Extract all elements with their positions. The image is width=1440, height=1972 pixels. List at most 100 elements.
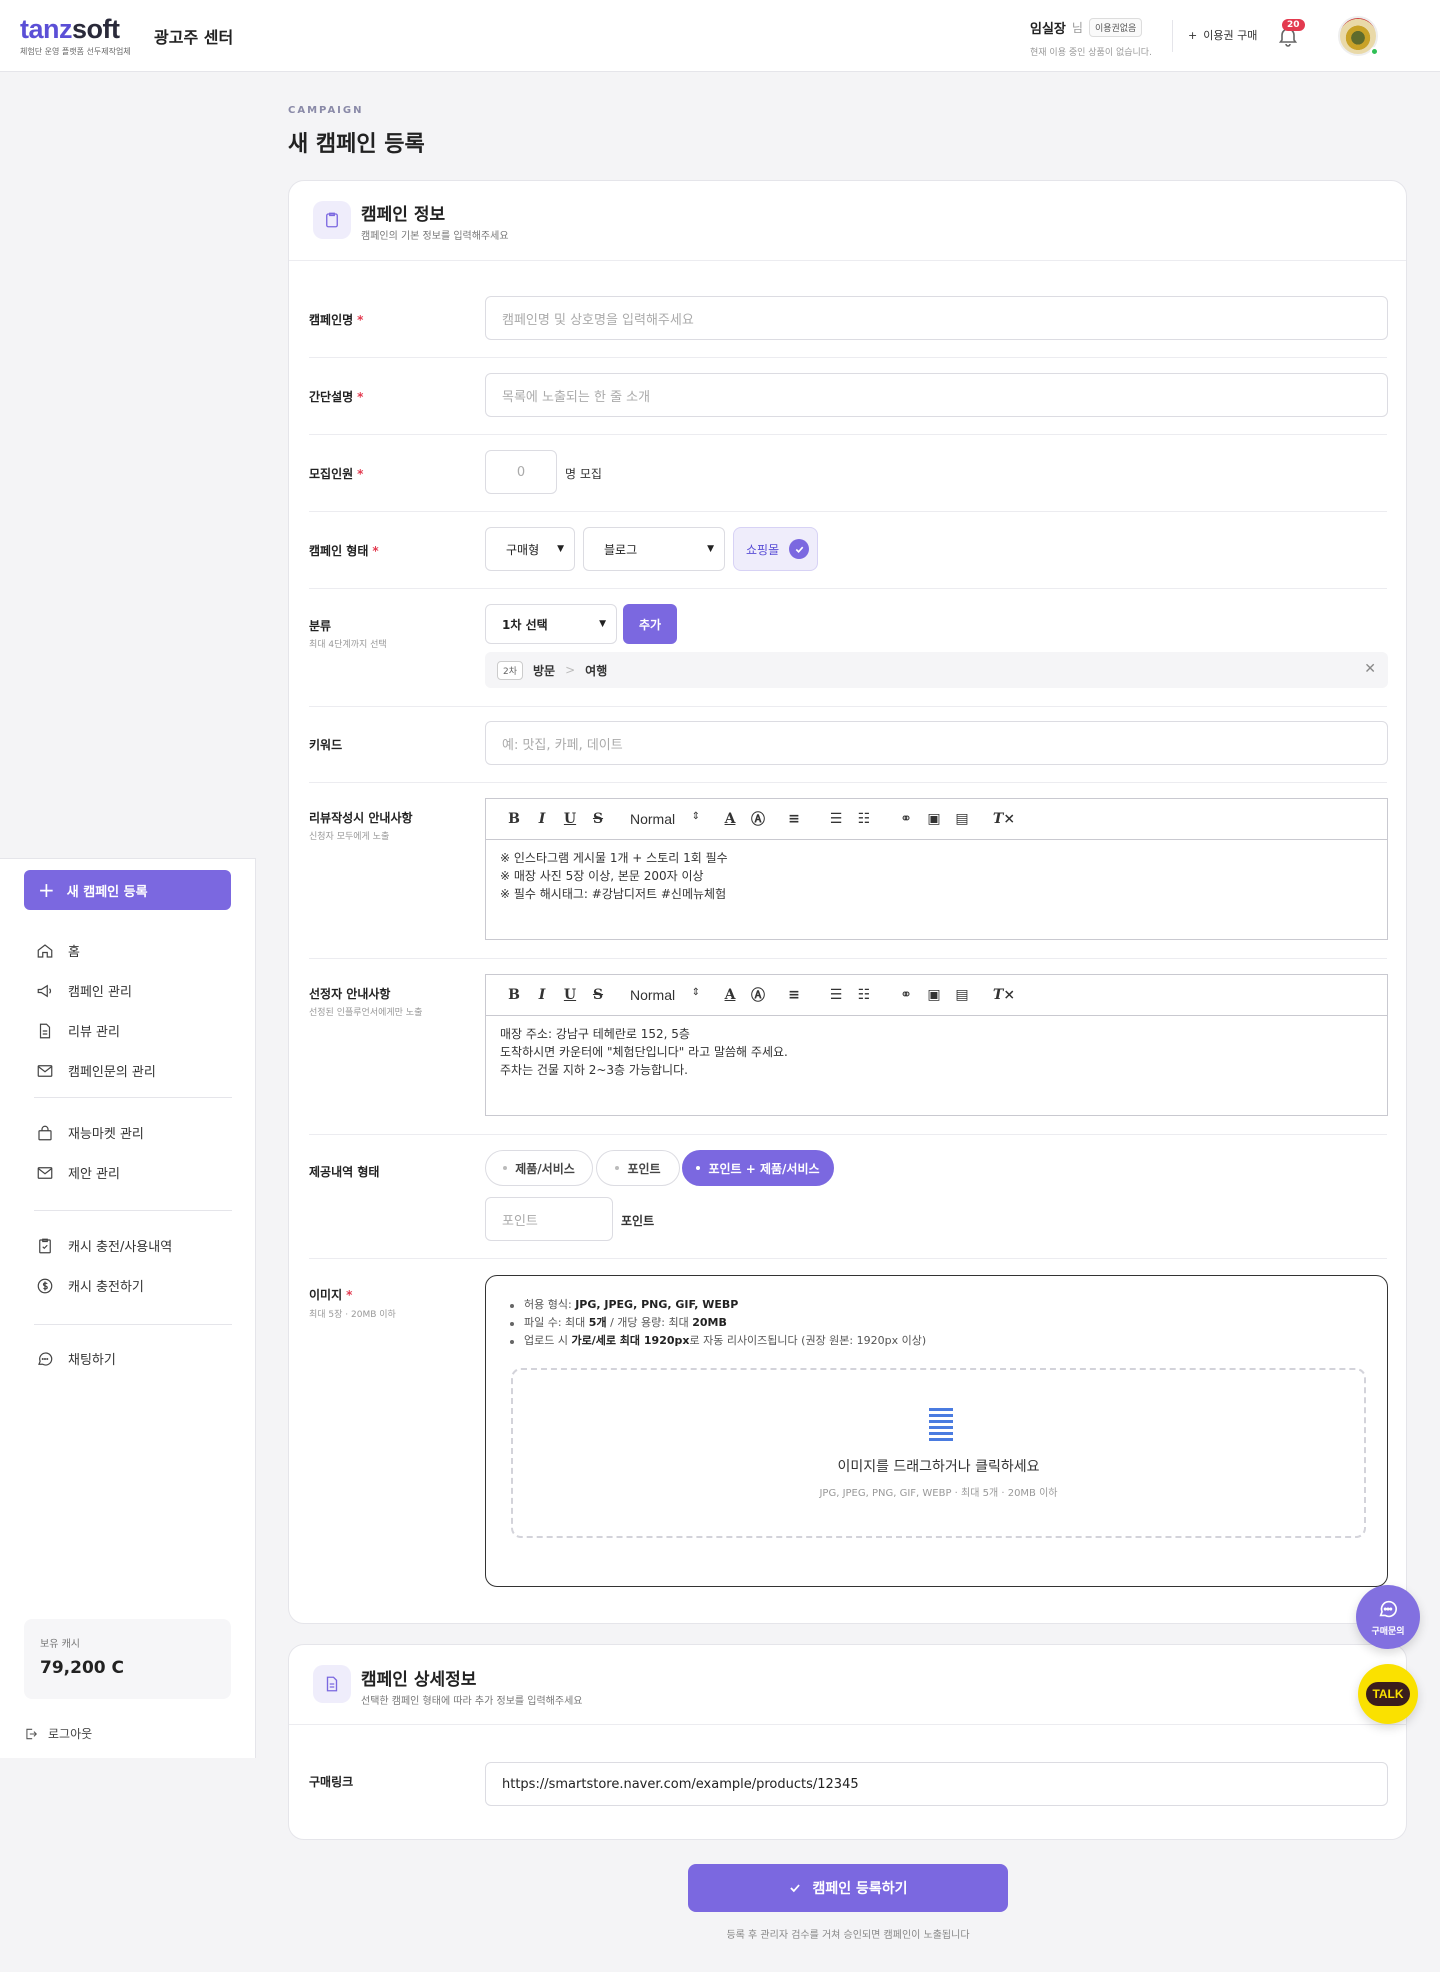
dropzone-title: 이미지를 드래그하거나 클릭하세요	[837, 1459, 1040, 1475]
strike-button[interactable]: S	[584, 811, 612, 827]
bold-button[interactable]: B	[500, 811, 528, 827]
row-divider	[309, 958, 1387, 959]
format-select[interactable]: Normal ⇕	[612, 811, 716, 827]
align-icon[interactable]: ≡	[780, 987, 808, 1003]
link-icon[interactable]: ⚭	[892, 811, 920, 827]
sidebar-item-inquiries[interactable]: 캠페인문의 관리	[36, 1061, 156, 1080]
label-text: 캠페인명	[309, 313, 354, 327]
campaign-name-input[interactable]: 캠페인명 및 상호명을 입력해주세요	[485, 296, 1388, 340]
underline-button[interactable]: U	[556, 987, 584, 1003]
offer-option-point-product[interactable]: 포인트 + 제품/서비스	[682, 1150, 834, 1186]
keyword-input[interactable]: 예: 맛집, 카페, 데이트	[485, 721, 1388, 765]
video-icon[interactable]: ▤	[948, 811, 976, 827]
new-campaign-button[interactable]: + 새 캠페인 등록	[24, 870, 231, 910]
video-icon[interactable]: ▤	[948, 987, 976, 1003]
image-icon[interactable]: ▣	[920, 811, 948, 827]
buy-pass-button[interactable]: + 이용권 구매	[1188, 27, 1257, 43]
brand-tagline: 체험단 운영 플랫폼 선두제작업체	[20, 47, 131, 56]
bg-color-icon[interactable]: Ⓐ	[744, 985, 772, 1005]
rule-emphasis: JPG, JPEG, PNG, GIF, WEBP	[575, 1298, 739, 1311]
short-desc-input[interactable]: 목록에 노출되는 한 줄 소개	[485, 373, 1388, 417]
online-status-dot	[1370, 47, 1379, 56]
format-select[interactable]: Normal ⇕	[612, 987, 716, 1003]
sidebar-item-talent-market[interactable]: 재능마켓 관리	[36, 1123, 144, 1142]
submit-campaign-button[interactable]: 캠페인 등록하기	[688, 1864, 1008, 1912]
category-add-button[interactable]: 추가	[623, 604, 677, 644]
purchase-link-input[interactable]: https://smartstore.naver.com/example/pro…	[485, 1762, 1388, 1806]
card-title: 캠페인 정보	[361, 205, 446, 225]
file-lines-icon	[929, 1408, 953, 1441]
sidebar-divider	[34, 1210, 232, 1211]
image-icon[interactable]: ▣	[920, 987, 948, 1003]
top-divider	[1172, 20, 1173, 52]
mail-icon	[37, 1166, 53, 1179]
editor-toolbar: B I U S Normal ⇕ A Ⓐ ≡ ☰ ☷ ⚭ ▣ ▤ T×	[486, 799, 1387, 840]
text-color-icon[interactable]: A	[716, 811, 744, 827]
sidebar-item-campaigns[interactable]: 캠페인 관리	[36, 981, 132, 1000]
rule-text: 업로드 시	[524, 1334, 572, 1347]
recruit-suffix: 명 모집	[565, 467, 602, 481]
brand-logo[interactable]: tanzsoft 체험단 운영 플랫폼 선두제작업체	[20, 16, 131, 57]
editor-content[interactable]: ※ 인스타그램 게시물 1개 + 스토리 1회 필수 ※ 매장 사진 5장 이상…	[500, 849, 728, 903]
italic-button[interactable]: I	[528, 987, 556, 1003]
review-guide-editor[interactable]: B I U S Normal ⇕ A Ⓐ ≡ ☰ ☷ ⚭ ▣ ▤ T× ※ 인스타…	[485, 798, 1388, 940]
updown-icon: ⇕	[691, 987, 700, 998]
recruit-count-input[interactable]: 0	[485, 450, 557, 494]
campaign-type-select[interactable]: 구매형 ▼	[485, 527, 575, 571]
rule-emphasis: 20MB	[692, 1316, 727, 1329]
category-level-badge: 2차	[497, 660, 524, 680]
strike-button[interactable]: S	[584, 987, 612, 1003]
short-desc-label: 간단설명 *	[309, 388, 363, 405]
rule-emphasis: 5개	[588, 1316, 607, 1329]
bg-color-icon[interactable]: Ⓐ	[744, 809, 772, 829]
clear-format-icon[interactable]: T×	[990, 811, 1018, 827]
logout-button[interactable]: 로그아웃	[24, 1725, 92, 1742]
bullet-list-icon[interactable]: ☷	[850, 987, 878, 1003]
kakao-talk-button[interactable]: TALK	[1358, 1664, 1418, 1724]
underline-button[interactable]: U	[556, 811, 584, 827]
new-campaign-label: 새 캠페인 등록	[66, 884, 148, 900]
inquiry-label: 구매문의	[1371, 1626, 1405, 1637]
purchase-inquiry-button[interactable]: 구매문의	[1356, 1585, 1420, 1649]
sidebar-item-label: 홈	[68, 945, 80, 960]
link-icon[interactable]: ⚭	[892, 987, 920, 1003]
row-divider	[309, 434, 1387, 435]
sidebar-item-chat[interactable]: 채팅하기	[36, 1349, 116, 1368]
italic-button[interactable]: I	[528, 811, 556, 827]
sidebar-item-cash-charge[interactable]: 캐시 충전하기	[36, 1276, 144, 1295]
chevron-right-icon: >	[565, 663, 576, 677]
sidebar-item-home[interactable]: 홈	[36, 941, 80, 960]
offer-option-point[interactable]: 포인트	[596, 1150, 680, 1186]
ordered-list-icon[interactable]: ☰	[822, 811, 850, 827]
editor-content[interactable]: 매장 주소: 강남구 테헤란로 152, 5층 도착하시면 카운터에 "체험단입…	[500, 1025, 788, 1079]
home-icon	[37, 943, 53, 958]
channel-select[interactable]: 블로그 ▼	[583, 527, 725, 571]
clear-format-icon[interactable]: T×	[990, 987, 1018, 1003]
editor-line: ※ 매장 사진 5장 이상, 본문 200자 이상	[500, 869, 704, 883]
close-icon[interactable]: ✕	[1364, 661, 1376, 677]
selected-guide-editor[interactable]: B I U S Normal ⇕ A Ⓐ ≡ ☰ ☷ ⚭ ▣ ▤ T× 매장 주소…	[485, 974, 1388, 1116]
editor-line: 매장 주소: 강남구 테헤란로 152, 5층	[500, 1027, 690, 1041]
category-select[interactable]: 1차 선택 ▼	[485, 604, 617, 644]
point-input[interactable]: 포인트	[485, 1197, 613, 1241]
bullet-list-icon[interactable]: ☷	[850, 811, 878, 827]
offer-option-product[interactable]: 제품/서비스	[485, 1150, 593, 1186]
sidebar-item-reviews[interactable]: 리뷰 관리	[36, 1021, 120, 1040]
bold-button[interactable]: B	[500, 987, 528, 1003]
align-icon[interactable]: ≡	[780, 811, 808, 827]
sidebar-item-cash-history[interactable]: 캐시 충전/사용내역	[36, 1236, 172, 1255]
category-hint: 최대 4단계까지 선택	[309, 640, 387, 650]
select-value: 블로그	[604, 542, 638, 557]
category-path-1: 방문	[533, 663, 556, 678]
shopping-mall-chip[interactable]: 쇼핑몰	[733, 527, 818, 571]
user-suffix: 님	[1071, 21, 1083, 35]
ordered-list-icon[interactable]: ☰	[822, 987, 850, 1003]
format-value: Normal	[630, 987, 676, 1003]
dollar-circle-icon	[37, 1278, 53, 1293]
image-dropzone[interactable]: 이미지를 드래그하거나 클릭하세요 JPG, JPEG, PNG, GIF, W…	[511, 1368, 1366, 1538]
row-divider	[309, 706, 1387, 707]
point-suffix: 포인트	[621, 1214, 655, 1228]
text-color-icon[interactable]: A	[716, 987, 744, 1003]
row-divider	[309, 782, 1387, 783]
sidebar-item-proposals[interactable]: 제안 관리	[36, 1163, 120, 1182]
